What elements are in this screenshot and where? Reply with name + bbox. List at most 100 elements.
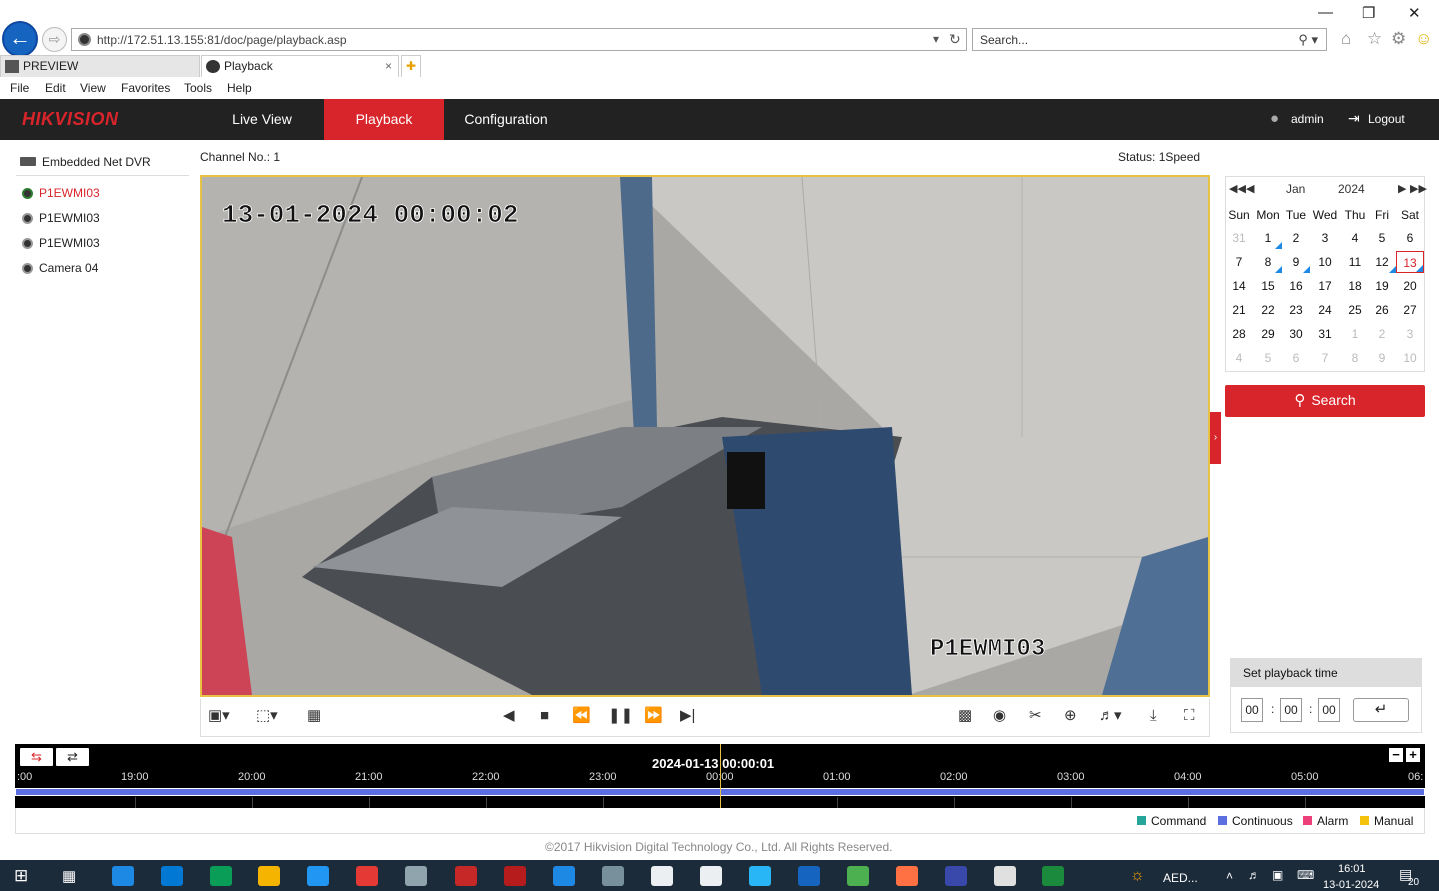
window-layout-icon[interactable]: ▣▾ [208,708,230,724]
calendar-day[interactable]: 17 [1311,275,1339,297]
keyboard-icon[interactable]: ⌨ [1297,868,1314,882]
calendar-day[interactable]: 28 [1225,323,1253,345]
outlook-icon[interactable] [161,866,183,886]
minute-field[interactable]: 00 [1280,698,1302,722]
task-view-icon[interactable]: ▦ [62,867,76,885]
calendar-day[interactable]: 18 [1341,275,1369,297]
menu-tools[interactable]: Tools [184,81,212,95]
search-input[interactable]: Search... ⚲ ▾ [972,28,1327,51]
fullscreen-icon[interactable]: ⛶ [1184,708,1195,724]
calendar-day[interactable]: 6 [1282,347,1310,369]
calendar-day[interactable]: 29 [1254,323,1282,345]
timeline-zoom-in-icon[interactable]: + [1406,748,1420,762]
tray-chevron-icon[interactable]: ˄ [1226,869,1233,883]
calendar-day[interactable]: 1 [1254,227,1282,249]
prev-month-icon[interactable]: ◀ [1246,182,1254,195]
forward-button[interactable]: ⇨ [42,27,67,52]
calendar-day[interactable]: 31 [1311,323,1339,345]
nav-configuration[interactable]: Configuration [446,99,566,140]
calendar-day[interactable]: 2 [1282,227,1310,249]
clock-date[interactable]: 13-01-2024 [1323,879,1379,891]
calendar-day[interactable]: 14 [1225,275,1253,297]
settings-app-icon[interactable] [602,866,624,886]
fast-icon[interactable]: ⏩ [644,708,663,724]
calendar-day[interactable]: 3 [1396,323,1424,345]
stop-icon[interactable]: ■ [540,708,549,724]
slow-icon[interactable]: ⏪ [572,708,591,724]
window-app-icon[interactable] [700,866,722,886]
camera-item[interactable]: P1EWMI03 [22,236,100,250]
calendar-day[interactable]: 10 [1396,347,1424,369]
close-tab-icon[interactable]: × [385,56,392,77]
app-icon[interactable] [945,866,967,886]
calendar-day[interactable]: 9 [1368,347,1396,369]
file-explorer-icon[interactable] [258,866,280,886]
audio-icon[interactable]: ♬▾ [1099,708,1122,724]
pause-icon[interactable]: ❚❚ [608,708,633,724]
collapse-panel-button[interactable]: › [1210,412,1221,464]
camera-item[interactable]: P1EWMI03 [22,211,100,225]
second-field[interactable]: 00 [1318,698,1340,722]
tab-playback[interactable]: Playback × [201,55,399,77]
snapshot-icon[interactable]: ◉ [993,708,1006,724]
close-window-icon[interactable]: ✕ [1408,4,1421,22]
calendar-day[interactable]: 15 [1254,275,1282,297]
home-icon[interactable]: ⌂ [1341,29,1351,49]
calendar-day[interactable]: 20 [1396,275,1424,297]
scissors-icon[interactable]: ✂ [1029,708,1042,724]
calendar-year[interactable]: 2024 [1338,182,1365,196]
window-app-icon[interactable] [651,866,673,886]
timeline-playhead[interactable] [720,744,721,808]
calendar-day[interactable]: 1 [1341,323,1369,345]
app-icon[interactable] [504,866,526,886]
clip-icon[interactable]: ▩ [958,708,972,724]
mcafee-icon[interactable] [356,866,378,886]
chrome-icon[interactable] [847,866,869,886]
internet-explorer-icon[interactable] [553,866,575,886]
logout-link[interactable]: Logout [1368,112,1405,126]
refresh-icon[interactable]: ↻ [949,31,961,48]
calendar-day[interactable]: 7 [1311,347,1339,369]
calendar-day[interactable]: 13 [1396,251,1424,273]
calendar-day[interactable]: 31 [1225,227,1253,249]
calendar-month[interactable]: Jan [1286,182,1305,196]
calendar-day[interactable]: 4 [1341,227,1369,249]
menu-help[interactable]: Help [227,81,252,95]
next-frame-icon[interactable]: ▶| [680,708,695,724]
search-icon[interactable]: ⚲ ▾ [1298,32,1318,48]
tab-preview[interactable]: PREVIEW [0,55,200,77]
network-app-icon[interactable] [405,866,427,886]
nav-live-view[interactable]: Live View [202,99,322,140]
taskbar-aed[interactable]: AED... [1163,871,1198,885]
camera-item[interactable]: P1EWMI03 [22,186,100,200]
window-app-icon[interactable] [994,866,1016,886]
set-time-button[interactable]: ↵ [1353,698,1409,722]
timeline-filter-icon[interactable]: ⇄ [56,748,89,766]
calendar-day[interactable]: 12 [1368,251,1396,273]
calendar-day[interactable]: 22 [1254,299,1282,321]
video-window[interactable]: 13-01-2024 00:00:02 P1EWMI03 [200,175,1210,697]
menu-file[interactable]: File [10,81,29,95]
excel-icon[interactable] [1042,866,1064,886]
dropdown-icon[interactable]: ▾ [933,32,939,46]
photo-app-icon[interactable] [455,866,477,886]
calendar-day[interactable]: 8 [1341,347,1369,369]
address-bar[interactable]: http://172.51.13.155:81/doc/page/playbac… [71,28,967,51]
smiley-icon[interactable]: ☺ [1415,29,1432,49]
store-icon[interactable] [307,866,329,886]
nav-playback[interactable]: Playback [324,99,444,140]
zoom-in-icon[interactable]: ⊕ [1064,708,1077,724]
network-icon[interactable]: ▣ [1272,868,1283,882]
calendar-day[interactable]: 23 [1282,299,1310,321]
restore-icon[interactable]: ❐ [1362,4,1375,22]
timeline-zoom-out-icon[interactable]: − [1389,748,1403,762]
calendar-day[interactable]: 9 [1282,251,1310,273]
calendar-day[interactable]: 27 [1396,299,1424,321]
calendar-day[interactable]: 21 [1225,299,1253,321]
menu-edit[interactable]: Edit [45,81,66,95]
next-month-icon[interactable]: ▶ [1398,182,1406,195]
calendar-day[interactable]: 11 [1341,251,1369,273]
clock-time[interactable]: 16:01 [1338,863,1366,875]
calendar-day[interactable]: 10 [1311,251,1339,273]
calendar-day[interactable]: 5 [1254,347,1282,369]
